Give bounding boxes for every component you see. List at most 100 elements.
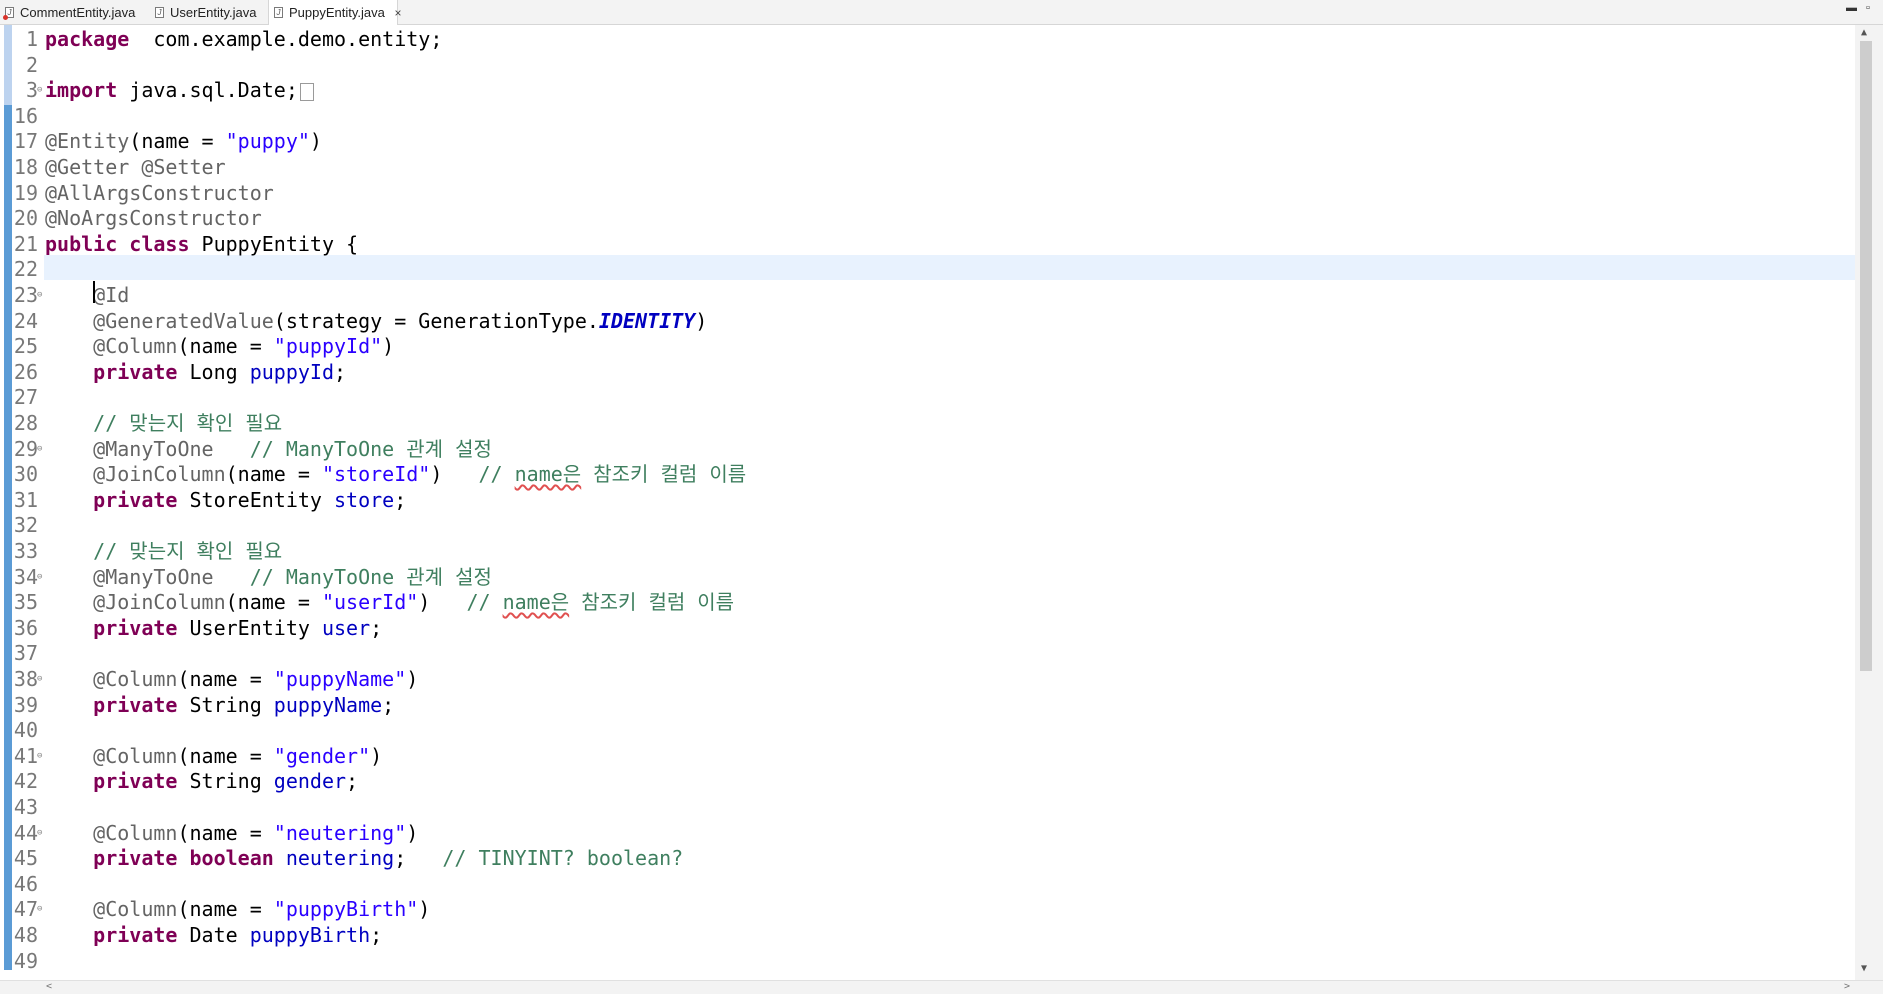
code-line[interactable]: 43 xyxy=(0,795,1855,821)
code-line[interactable]: 44 ⊖ @Column(name = "neutering") xyxy=(0,821,1855,847)
code-line[interactable]: 1 package com.example.demo.entity; xyxy=(0,27,1855,53)
code-line[interactable]: 49 xyxy=(0,949,1855,975)
code-token: // 맞는지 확인 필요 xyxy=(93,539,283,563)
code-editor[interactable]: 1 package com.example.demo.entity; 2 3 ⊖ impo… xyxy=(0,25,1855,980)
code-line[interactable]: 24 @GeneratedValue(strategy = Generation… xyxy=(0,309,1855,335)
fold-toggle-icon[interactable]: ⊖ xyxy=(37,821,42,847)
tab-puppy-entity[interactable]: J PuppyEntity.java × xyxy=(268,0,402,25)
code-token: IDENTITY xyxy=(598,308,696,333)
code-line[interactable]: 30 @JoinColumn(name = "storeId") // name… xyxy=(0,462,1855,488)
code-token: Long xyxy=(177,359,250,384)
code-line[interactable]: 36 private UserEntity user; xyxy=(0,616,1855,642)
scroll-down-icon[interactable]: ▼ xyxy=(1861,963,1867,974)
code-line[interactable]: 38 ⊖ @Column(name = "puppyName") xyxy=(0,667,1855,693)
fold-toggle-icon[interactable]: ⊖ xyxy=(37,283,42,309)
code-token: ) xyxy=(406,667,419,691)
restore-icon[interactable]: ▫ xyxy=(1866,2,1870,14)
code-token: ) xyxy=(418,897,431,922)
code-token: name은 xyxy=(514,462,582,487)
tab-user-entity[interactable]: J UserEntity.java xyxy=(150,0,268,25)
code-token: @AllArgsConstructor xyxy=(45,180,274,205)
code-token: 참조키 컬럼 이름 xyxy=(569,590,735,615)
line-number: 35 xyxy=(13,590,38,615)
code-line[interactable]: 16 xyxy=(0,104,1855,130)
code-line[interactable]: 39 private String puppyName; xyxy=(0,693,1855,719)
scroll-up-icon[interactable]: ▲ xyxy=(1861,27,1867,38)
code-line[interactable]: 35 @JoinColumn(name = "userId") // name은… xyxy=(0,590,1855,616)
code-text: private String gender; xyxy=(45,769,358,795)
editor-tab-bar: J CommentEntity.java J UserEntity.java J… xyxy=(0,0,1883,25)
code-line[interactable]: 48 private Date puppyBirth; xyxy=(0,923,1855,949)
code-token: @Getter @Setter xyxy=(45,155,226,179)
collapsed-imports-icon[interactable] xyxy=(299,82,314,101)
code-line[interactable]: 42 private String gender; xyxy=(0,769,1855,795)
close-tab-icon[interactable]: × xyxy=(395,1,402,26)
code-line[interactable]: 2 xyxy=(0,53,1855,79)
java-file-icon: J xyxy=(155,7,164,18)
vertical-scrollbar[interactable]: ▲ ▼ xyxy=(1855,25,1883,980)
code-line[interactable]: 17 @Entity(name = "puppy") xyxy=(0,129,1855,155)
code-line[interactable]: 41 ⊖ @Column(name = "gender") xyxy=(0,744,1855,770)
code-line[interactable]: 26 private Long puppyId; xyxy=(0,360,1855,386)
horizontal-scrollbar[interactable]: < > xyxy=(0,980,1883,994)
tab-comment-entity[interactable]: J CommentEntity.java xyxy=(0,0,150,25)
code-line[interactable]: 31 private StoreEntity store; xyxy=(0,488,1855,514)
code-line[interactable]: 45 private boolean neutering; // TINYINT… xyxy=(0,846,1855,872)
code-line[interactable]: 47 ⊖ @Column(name = "puppyBirth") xyxy=(0,897,1855,923)
code-line[interactable]: 33 // 맞는지 확인 필요 xyxy=(0,539,1855,565)
line-number: 2 xyxy=(25,52,38,77)
minimize-icon[interactable]: ▬ xyxy=(1846,2,1857,14)
code-line[interactable]: 3 ⊖ import java.sql.Date; xyxy=(0,78,1855,104)
code-line[interactable]: 40 xyxy=(0,718,1855,744)
fold-toggle-icon[interactable]: ⊖ xyxy=(37,744,42,770)
code-token: // xyxy=(478,462,515,487)
code-line[interactable]: 32 xyxy=(0,513,1855,539)
code-line[interactable]: 19 @AllArgsConstructor xyxy=(0,181,1855,207)
fold-toggle-icon[interactable]: ⊖ xyxy=(37,565,42,591)
code-token: // TINYINT? boolean? xyxy=(442,846,684,871)
line-number: 37 xyxy=(13,641,38,666)
code-line[interactable]: 20 @NoArgsConstructor xyxy=(0,206,1855,232)
tab-label: CommentEntity.java xyxy=(20,5,136,20)
scrollbar-thumb[interactable] xyxy=(1860,41,1872,671)
code-token: StoreEntity xyxy=(177,487,335,512)
code-line[interactable]: 46 xyxy=(0,872,1855,898)
code-token: ; xyxy=(370,923,383,947)
code-line[interactable]: 18 @Getter @Setter xyxy=(0,155,1855,181)
code-token: ; xyxy=(334,359,347,384)
code-line[interactable]: 28 // 맞는지 확인 필요 xyxy=(0,411,1855,437)
code-line[interactable]: 29 ⊖ @ManyToOne // ManyToOne 관계 설정 xyxy=(0,437,1855,463)
scroll-left-icon[interactable]: < xyxy=(46,981,52,992)
fold-toggle-icon[interactable]: ⊖ xyxy=(37,78,42,104)
fold-toggle-icon[interactable]: ⊖ xyxy=(37,897,42,923)
code-line[interactable]: 37 xyxy=(0,641,1855,667)
fold-toggle-icon[interactable]: ⊖ xyxy=(37,437,42,463)
code-token: // xyxy=(466,590,503,615)
code-token: ; xyxy=(382,692,395,717)
code-line[interactable]: 22 xyxy=(0,257,1855,283)
code-line[interactable]: 23 ⊖ @Id xyxy=(0,283,1855,309)
java-file-icon: J xyxy=(274,7,283,18)
line-number: 3 xyxy=(25,78,38,103)
code-token: puppyName xyxy=(273,692,383,717)
fold-toggle-icon[interactable]: ⊖ xyxy=(37,667,42,693)
code-token: (name = xyxy=(225,462,322,487)
code-line[interactable]: 34 ⊖ @ManyToOne // ManyToOne 관계 설정 xyxy=(0,565,1855,591)
scroll-right-icon[interactable]: > xyxy=(1844,981,1850,992)
line-number: 33 xyxy=(13,539,38,563)
code-line[interactable]: 27 xyxy=(0,385,1855,411)
code-token: "gender" xyxy=(273,743,371,768)
code-text: @Column(name = "puppyBirth") xyxy=(45,897,430,923)
code-line[interactable]: 21 public class PuppyEntity { xyxy=(0,232,1855,258)
line-number: 41 xyxy=(13,743,38,768)
code-token: "puppyName" xyxy=(273,667,407,691)
code-token: private xyxy=(93,923,178,947)
code-line[interactable]: 25 @Column(name = "puppyId") xyxy=(0,334,1855,360)
code-text: private Long puppyId; xyxy=(45,360,346,386)
